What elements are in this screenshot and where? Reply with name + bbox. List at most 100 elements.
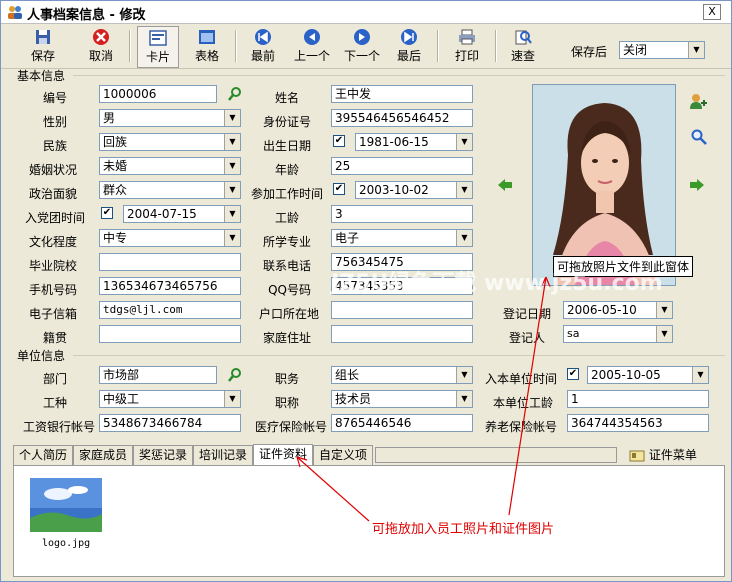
print-button[interactable]: 打印 xyxy=(447,26,487,66)
tab-custom[interactable]: 自定义项 xyxy=(313,445,373,465)
dept-label: 部门 xyxy=(42,372,67,386)
idcard-field[interactable]: 395546456546452 xyxy=(331,109,473,127)
major-label: 所学专业 xyxy=(262,235,311,249)
bank-field[interactable]: 5348673466784 xyxy=(99,414,241,432)
chevron-down-icon[interactable]: ▼ xyxy=(456,391,472,407)
workstart-value: 2003-10-02 xyxy=(359,183,429,197)
school-field[interactable] xyxy=(99,253,241,271)
tab-family[interactable]: 家庭成员 xyxy=(73,445,133,465)
save-button[interactable]: 保存 xyxy=(23,26,63,66)
dept-field[interactable]: 市场部 xyxy=(99,366,217,384)
arrow-right-icon[interactable] xyxy=(689,177,705,193)
origin-label: 籍贯 xyxy=(42,331,67,345)
next-record-button[interactable]: 下一个 xyxy=(339,26,385,66)
chevron-down-icon[interactable]: ▼ xyxy=(224,158,240,174)
attachment-thumbnail[interactable] xyxy=(30,478,102,532)
join-checkbox[interactable]: ✔ xyxy=(567,368,579,380)
portrait-image xyxy=(533,85,675,285)
party-checkbox[interactable]: ✔ xyxy=(101,207,113,219)
chevron-down-icon[interactable]: ▼ xyxy=(688,42,704,58)
previous-label: 上一个 xyxy=(293,49,330,63)
arrow-left-icon[interactable] xyxy=(497,177,513,193)
major-select[interactable]: 电子 ▼ xyxy=(331,229,473,247)
marital-select[interactable]: 未婚 ▼ xyxy=(99,157,241,175)
position-select[interactable]: 组长 ▼ xyxy=(331,366,473,384)
mobile-field[interactable]: 136534673465756 xyxy=(99,277,241,295)
email-field[interactable]: tdgs@ljl.com xyxy=(99,301,241,319)
chevron-down-icon[interactable]: ▼ xyxy=(692,367,708,383)
next-icon xyxy=(354,29,370,45)
after-save-select[interactable]: 关闭 ▼ xyxy=(619,41,705,59)
add-photo-icon[interactable] xyxy=(689,93,707,109)
search-label: 速查 xyxy=(510,49,535,63)
chevron-down-icon[interactable]: ▼ xyxy=(456,134,472,150)
people-icon xyxy=(8,6,22,19)
hukou-field[interactable] xyxy=(331,301,473,319)
unit-seniority-field[interactable]: 1 xyxy=(567,390,709,408)
tab-training[interactable]: 培训记录 xyxy=(193,445,253,465)
worktype-select[interactable]: 中级工 ▼ xyxy=(99,390,241,408)
origin-field[interactable] xyxy=(99,325,241,343)
name-label: 姓名 xyxy=(274,91,299,105)
zoom-icon[interactable] xyxy=(691,129,707,145)
birth-checkbox[interactable]: ✔ xyxy=(333,135,345,147)
chevron-down-icon[interactable]: ▼ xyxy=(656,302,672,318)
address-field[interactable] xyxy=(331,325,473,343)
last-record-button[interactable]: 最后 xyxy=(389,26,429,66)
tab-resume[interactable]: 个人简历 xyxy=(13,445,73,465)
certificate-menu-button[interactable]: 证件菜单 xyxy=(629,446,697,464)
tab-certificates[interactable]: 证件资料 xyxy=(253,444,313,465)
hukou-label: 户口所在地 xyxy=(258,307,319,321)
last-icon xyxy=(401,29,417,45)
ethnicity-select[interactable]: 回族 ▼ xyxy=(99,133,241,151)
previous-icon xyxy=(304,29,320,45)
cancel-button[interactable]: 取消 xyxy=(81,26,121,66)
age-field[interactable]: 25 xyxy=(331,157,473,175)
pension-field[interactable]: 364744354563 xyxy=(567,414,709,432)
chevron-down-icon[interactable]: ▼ xyxy=(224,391,240,407)
registrar-select[interactable]: sa ▼ xyxy=(563,325,673,343)
card-icon xyxy=(149,30,167,46)
seniority-field[interactable]: 3 xyxy=(331,205,473,223)
printer-icon xyxy=(459,29,475,45)
join-date-picker[interactable]: 2005-10-05 ▼ xyxy=(587,366,709,384)
card-view-button[interactable]: 卡片 xyxy=(137,26,179,68)
quick-search-button[interactable]: 速查 xyxy=(503,26,543,66)
registrar-label: 登记人 xyxy=(508,331,545,345)
toolbar-separator xyxy=(437,30,439,62)
previous-record-button[interactable]: 上一个 xyxy=(289,26,335,66)
party-date-picker[interactable]: 2004-07-15 ▼ xyxy=(123,205,241,223)
medical-field[interactable]: 8765446546 xyxy=(331,414,473,432)
chevron-down-icon[interactable]: ▼ xyxy=(224,134,240,150)
school-label: 毕业院校 xyxy=(28,259,77,273)
close-button[interactable]: X xyxy=(703,4,721,20)
chevron-down-icon[interactable]: ▼ xyxy=(456,367,472,383)
education-select[interactable]: 中专 ▼ xyxy=(99,229,241,247)
workstart-date-picker[interactable]: 2003-10-02 ▼ xyxy=(355,181,473,199)
title-select[interactable]: 技术员 ▼ xyxy=(331,390,473,408)
political-select[interactable]: 群众 ▼ xyxy=(99,181,241,199)
chevron-down-icon[interactable]: ▼ xyxy=(224,230,240,246)
chevron-down-icon[interactable]: ▼ xyxy=(456,230,472,246)
pension-label: 养老保险帐号 xyxy=(484,420,557,434)
birth-date-picker[interactable]: 1981-06-15 ▼ xyxy=(355,133,473,151)
tab-rewards[interactable]: 奖惩记录 xyxy=(133,445,193,465)
id-field[interactable]: 1000006 xyxy=(99,85,217,103)
chevron-down-icon[interactable]: ▼ xyxy=(224,110,240,126)
gender-select[interactable]: 男 ▼ xyxy=(99,109,241,127)
position-label: 职务 xyxy=(274,372,299,386)
chevron-down-icon[interactable]: ▼ xyxy=(224,206,240,222)
toolbar-separator xyxy=(495,30,497,62)
toolbar-separator xyxy=(235,30,237,62)
chevron-down-icon[interactable]: ▼ xyxy=(224,182,240,198)
regdate-date-picker[interactable]: 2006-05-10 ▼ xyxy=(563,301,673,319)
workstart-checkbox[interactable]: ✔ xyxy=(333,183,345,195)
title-bar: 人事档案信息 - 修改 X xyxy=(1,1,731,24)
mobile-label: 手机号码 xyxy=(28,283,77,297)
chevron-down-icon[interactable]: ▼ xyxy=(656,326,672,342)
name-field[interactable]: 王中发 xyxy=(331,85,473,103)
first-record-button[interactable]: 最前 xyxy=(243,26,283,66)
print-label: 打印 xyxy=(454,49,479,63)
table-view-button[interactable]: 表格 xyxy=(187,26,227,66)
chevron-down-icon[interactable]: ▼ xyxy=(456,182,472,198)
